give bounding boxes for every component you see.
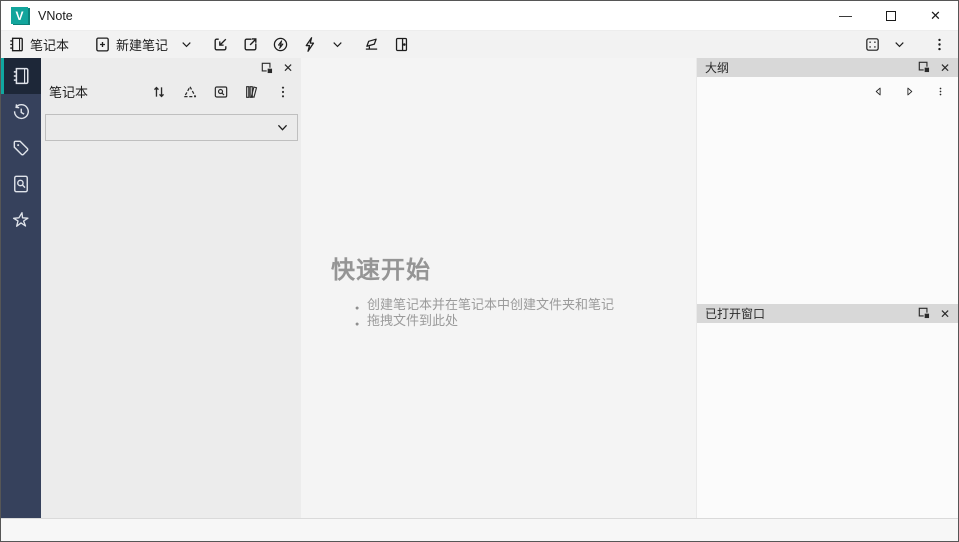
import-button[interactable] [205, 31, 235, 58]
notebook-panel-header: 笔记本 [41, 78, 301, 105]
maximize-icon [885, 10, 896, 21]
quick-start-item: 拖拽文件到此处 [355, 313, 614, 333]
chevron-down-icon [331, 38, 344, 51]
sidebar-item-tags[interactable] [1, 130, 41, 166]
chevron-down-icon [893, 38, 906, 51]
status-bar [1, 518, 958, 541]
titlebar: V VNote — ✕ [1, 1, 958, 31]
scan-external-files-icon[interactable] [182, 84, 198, 100]
flash-page-icon [362, 36, 380, 54]
history-clock-icon [11, 102, 31, 122]
window-title: VNote [38, 8, 73, 23]
notebook-menu-icon[interactable] [275, 84, 291, 100]
magic-star-icon [11, 210, 31, 230]
activity-bar [1, 58, 41, 518]
settings-menu-button[interactable] [924, 31, 954, 58]
outline-content [697, 105, 958, 304]
sidebar-item-history[interactable] [1, 94, 41, 130]
opened-windows-panel: 已打开窗口 ✕ [697, 304, 958, 518]
new-note-button-label: 新建笔记 [116, 38, 169, 53]
outline-nav [697, 77, 958, 105]
close-panel-icon[interactable]: ✕ [940, 62, 950, 74]
notebook-icon [7, 36, 25, 54]
close-panel-icon[interactable]: ✕ [940, 308, 950, 320]
main-toolbar: 笔记本 新建笔记 [1, 31, 958, 58]
outline-panel-title: 大纲 [705, 61, 730, 75]
tag-icon [11, 138, 31, 158]
flash-access-button[interactable] [265, 31, 295, 58]
sort-icon[interactable] [151, 84, 167, 100]
flash-circle-icon [271, 36, 289, 54]
minimize-button[interactable]: — [823, 1, 868, 31]
opened-windows-header: 已打开窗口 ✕ [697, 304, 958, 323]
notebook-icon [11, 66, 31, 86]
notebook-panel-title: 笔记本 [49, 85, 89, 100]
task-button[interactable] [295, 31, 325, 58]
notebook-panel-controls: ✕ [41, 58, 301, 78]
file-search-icon [11, 174, 31, 194]
outline-menu-icon[interactable] [935, 86, 946, 97]
notebook-button-label: 笔记本 [30, 38, 70, 53]
expand-content-button[interactable] [857, 31, 887, 58]
sidebar-item-notebooks[interactable] [1, 58, 41, 94]
close-panel-icon[interactable]: ✕ [283, 62, 293, 74]
content-area: 快速开始 创建笔记本并在笔记本中创建文件夹和笔记 拖拽文件到此处 [301, 58, 696, 518]
kebab-menu-icon [930, 36, 948, 54]
import-icon [211, 36, 229, 54]
new-note-button[interactable]: 新建笔记 [87, 31, 174, 58]
chevron-down-icon [180, 38, 193, 51]
quick-start: 快速开始 创建笔记本并在笔记本中创建文件夹和笔记 拖拽文件到此处 [331, 250, 614, 333]
maximize-button[interactable] [868, 1, 913, 31]
minimize-icon: — [839, 8, 852, 23]
task-dropdown[interactable] [325, 31, 350, 58]
manage-notebooks-icon[interactable] [244, 84, 260, 100]
float-window-icon[interactable] [918, 61, 931, 74]
chevron-down-icon [276, 121, 289, 134]
quick-start-heading: 快速开始 [331, 257, 431, 284]
quick-start-list: 创建笔记本并在笔记本中创建文件夹和笔记 拖拽文件到此处 [355, 297, 614, 333]
notebook-toolbar-button[interactable]: 笔记本 [1, 31, 75, 58]
float-window-icon[interactable] [261, 62, 274, 75]
export-icon [241, 36, 259, 54]
sidebar-item-snippets[interactable] [1, 202, 41, 238]
outline-panel-header: 大纲 ✕ [697, 58, 958, 77]
vnote-window: V VNote — ✕ 笔记本 新建笔记 ✕ 笔记本 快速开始 ● 创建笔记本并… [0, 0, 959, 542]
notebook-combobox[interactable] [45, 114, 298, 141]
dashed-square-icon [863, 36, 881, 54]
quick-start-item: 创建笔记本并在笔记本中创建文件夹和笔记 [355, 297, 614, 317]
new-note-dropdown[interactable] [174, 31, 199, 58]
close-icon: ✕ [930, 7, 941, 23]
close-button[interactable]: ✕ [913, 1, 958, 31]
focus-mode-button[interactable] [386, 31, 416, 58]
expand-dropdown[interactable] [887, 31, 912, 58]
increase-level-button[interactable] [904, 86, 915, 97]
opened-windows-content [697, 323, 958, 518]
right-dock: 大纲 ✕ 已打开窗口 ✕ [696, 58, 958, 518]
float-window-icon[interactable] [918, 307, 931, 320]
app-body: ✕ 笔记本 快速开始 ● 创建笔记本并在笔记本中创建文件夹和笔记 ● 拖拽文件到… [1, 58, 958, 518]
opened-windows-title: 已打开窗口 [705, 307, 766, 321]
new-note-icon [93, 36, 111, 54]
search-notebook-icon[interactable] [213, 84, 229, 100]
notebook-panel: ✕ 笔记本 [41, 58, 301, 518]
lightning-icon [301, 36, 319, 54]
export-button[interactable] [235, 31, 265, 58]
sidebar-item-search[interactable] [1, 166, 41, 202]
vnote-logo-icon: V [11, 7, 28, 24]
decrease-level-button[interactable] [873, 86, 884, 97]
flash-page-button[interactable] [356, 31, 386, 58]
outline-panel: 大纲 ✕ [697, 58, 958, 304]
door-icon [392, 36, 410, 54]
